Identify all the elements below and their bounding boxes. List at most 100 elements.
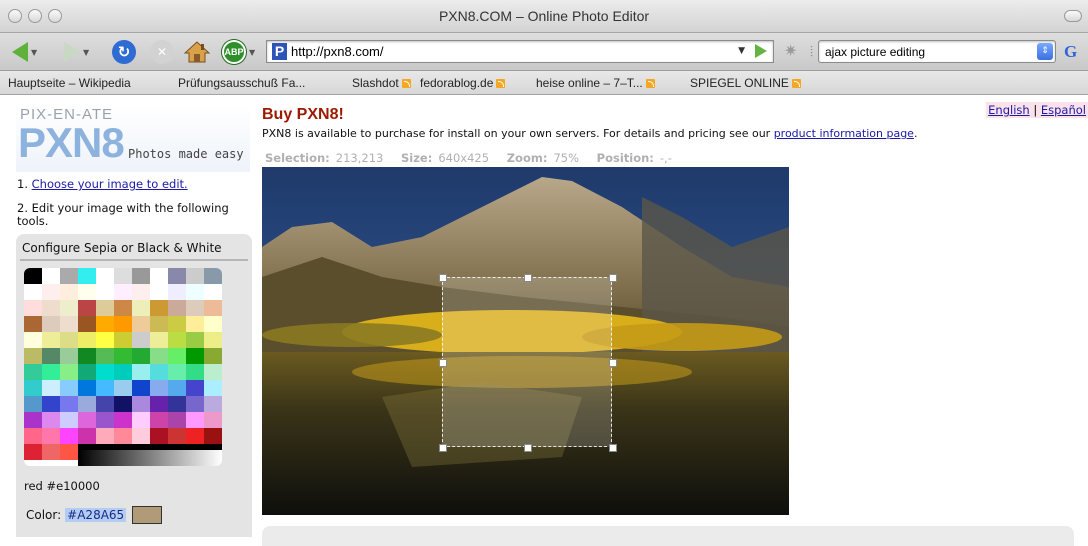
- palette-swatch[interactable]: [78, 332, 96, 348]
- resize-handle[interactable]: [524, 444, 532, 452]
- palette-swatch[interactable]: [78, 300, 96, 316]
- palette-swatch[interactable]: [186, 396, 204, 412]
- palette-swatch[interactable]: [132, 300, 150, 316]
- bookmark-item[interactable]: fedorablog.de: [420, 76, 506, 90]
- lang-espanol-link[interactable]: Español: [1041, 103, 1086, 117]
- palette-swatch[interactable]: [42, 428, 60, 444]
- palette-swatch[interactable]: [24, 444, 42, 460]
- palette-swatch[interactable]: [42, 268, 60, 284]
- palette-swatch[interactable]: [132, 268, 150, 284]
- palette-swatch[interactable]: [42, 300, 60, 316]
- resize-handle[interactable]: [609, 444, 617, 452]
- palette-swatch[interactable]: [42, 412, 60, 428]
- palette-swatch[interactable]: [114, 412, 132, 428]
- lang-english-link[interactable]: English: [988, 103, 1030, 117]
- bookmark-item[interactable]: Slashdot: [352, 76, 411, 90]
- palette-swatch[interactable]: [150, 348, 168, 364]
- pxn8-logo[interactable]: PIX-EN-ATE PXN8 Photos made easy: [16, 106, 250, 172]
- palette-swatch[interactable]: [24, 380, 42, 396]
- palette-swatch[interactable]: [186, 428, 204, 444]
- palette-swatch[interactable]: [96, 396, 114, 412]
- url-text[interactable]: http://pxn8.com/: [291, 44, 384, 59]
- palette-swatch[interactable]: [42, 332, 60, 348]
- palette-swatch[interactable]: [24, 348, 42, 364]
- color-palette[interactable]: [24, 268, 222, 466]
- palette-swatch[interactable]: [132, 428, 150, 444]
- home-button[interactable]: [184, 39, 210, 65]
- reload-button[interactable]: ↻: [112, 39, 136, 65]
- palette-swatch[interactable]: [132, 364, 150, 380]
- back-button[interactable]: ▼: [12, 39, 37, 65]
- palette-swatch[interactable]: [42, 364, 60, 380]
- palette-swatch[interactable]: [168, 412, 186, 428]
- palette-swatch[interactable]: [96, 268, 114, 284]
- palette-swatch[interactable]: [132, 380, 150, 396]
- palette-swatch[interactable]: [24, 364, 42, 380]
- palette-swatch[interactable]: [60, 332, 78, 348]
- url-bar[interactable]: P http://pxn8.com/ ▼: [266, 40, 774, 63]
- palette-swatch[interactable]: [78, 364, 96, 380]
- palette-swatch[interactable]: [204, 284, 222, 300]
- palette-swatch[interactable]: [96, 428, 114, 444]
- palette-swatch[interactable]: [78, 316, 96, 332]
- resize-handle[interactable]: [439, 359, 447, 367]
- toolbar-toggle-button[interactable]: [1064, 10, 1082, 22]
- palette-swatch[interactable]: [186, 300, 204, 316]
- palette-swatch[interactable]: [168, 396, 186, 412]
- palette-swatch[interactable]: [78, 396, 96, 412]
- palette-swatch[interactable]: [132, 348, 150, 364]
- palette-swatch[interactable]: [96, 380, 114, 396]
- palette-swatch[interactable]: [60, 396, 78, 412]
- palette-swatch[interactable]: [168, 348, 186, 364]
- palette-swatch[interactable]: [24, 268, 42, 284]
- palette-swatch[interactable]: [96, 284, 114, 300]
- resize-handle[interactable]: [439, 274, 447, 282]
- palette-swatch[interactable]: [114, 268, 132, 284]
- toolbar-resize-handle[interactable]: ⦙: [810, 44, 813, 60]
- palette-swatch[interactable]: [168, 300, 186, 316]
- palette-swatch[interactable]: [204, 268, 222, 284]
- palette-swatch[interactable]: [114, 284, 132, 300]
- palette-swatch[interactable]: [150, 300, 168, 316]
- palette-swatch[interactable]: [132, 316, 150, 332]
- palette-swatch[interactable]: [24, 284, 42, 300]
- palette-swatch[interactable]: [24, 332, 42, 348]
- palette-swatch[interactable]: [132, 332, 150, 348]
- palette-swatch[interactable]: [78, 428, 96, 444]
- palette-swatch[interactable]: [204, 396, 222, 412]
- palette-swatch[interactable]: [168, 316, 186, 332]
- resize-handle[interactable]: [609, 359, 617, 367]
- bookmark-item[interactable]: Prüfungsausschuß Fa...: [178, 76, 305, 90]
- palette-swatch[interactable]: [204, 412, 222, 428]
- palette-swatch[interactable]: [186, 348, 204, 364]
- palette-swatch[interactable]: [150, 284, 168, 300]
- search-engine-selector-icon[interactable]: ⇕: [1037, 43, 1053, 60]
- palette-swatch[interactable]: [24, 412, 42, 428]
- palette-swatch[interactable]: [150, 428, 168, 444]
- palette-swatch[interactable]: [24, 316, 42, 332]
- palette-swatch[interactable]: [114, 364, 132, 380]
- palette-swatch[interactable]: [186, 380, 204, 396]
- google-search-icon[interactable]: G: [1064, 42, 1077, 62]
- color-swatch[interactable]: [132, 506, 163, 524]
- palette-swatch[interactable]: [168, 284, 186, 300]
- bookmark-item[interactable]: SPIEGEL ONLINE: [690, 76, 801, 90]
- go-button[interactable]: [755, 44, 767, 58]
- palette-swatch[interactable]: [150, 268, 168, 284]
- palette-swatch[interactable]: [60, 348, 78, 364]
- resize-handle[interactable]: [524, 274, 532, 282]
- palette-swatch[interactable]: [168, 428, 186, 444]
- palette-swatch[interactable]: [42, 444, 60, 460]
- palette-swatch[interactable]: [186, 364, 204, 380]
- palette-swatch[interactable]: [204, 364, 222, 380]
- product-info-link[interactable]: product information page: [774, 127, 914, 140]
- palette-swatch[interactable]: [204, 332, 222, 348]
- palette-swatch[interactable]: [78, 412, 96, 428]
- palette-swatch[interactable]: [150, 364, 168, 380]
- palette-swatch[interactable]: [96, 412, 114, 428]
- palette-swatch[interactable]: [186, 332, 204, 348]
- palette-swatch[interactable]: [60, 284, 78, 300]
- palette-swatch[interactable]: [78, 348, 96, 364]
- palette-swatch[interactable]: [78, 380, 96, 396]
- palette-swatch[interactable]: [186, 284, 204, 300]
